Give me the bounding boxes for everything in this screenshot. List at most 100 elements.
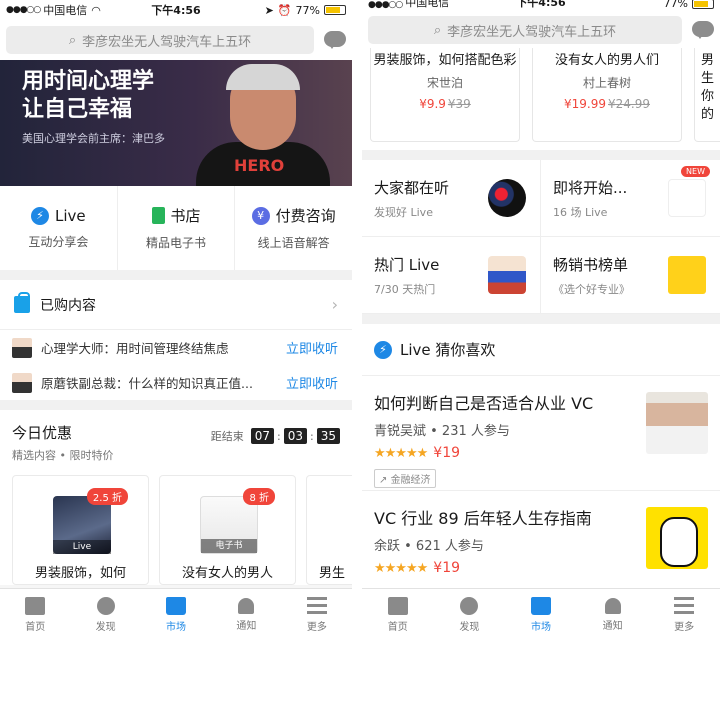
home-icon xyxy=(387,596,408,615)
banner-speaker-photo: HERO xyxy=(188,60,338,186)
tab-label: 首页 xyxy=(25,621,46,633)
store-icon xyxy=(166,596,187,615)
deal-cards: Live 2.5 折 男装服饰，如何 电子书 8 折 没有女人的男人 男生 xyxy=(12,475,352,585)
grid-thumbnail xyxy=(488,179,526,217)
compass-icon xyxy=(460,596,479,615)
grid-subtitle: 16 场 Live xyxy=(553,205,608,219)
deal-title: 男生 xyxy=(319,566,346,581)
message-icon[interactable] xyxy=(324,31,346,49)
deal-author: 村上春树 xyxy=(582,76,631,90)
chevron-right-icon: › xyxy=(331,295,338,314)
status-bar: ●●●○○ 中国电信 ◠ 下午4:56 ➤ ⏰ 77% xyxy=(0,0,352,20)
daily-deals: 今日优惠 精选内容 • 限时特价 距结束 07: 03: 35 Live 2.5… xyxy=(0,410,352,585)
clock: 下午4:56 xyxy=(151,4,201,17)
tab-label: 更多 xyxy=(674,621,695,633)
tab-notifications[interactable]: 通知 xyxy=(577,589,649,640)
countdown-minutes: 03 xyxy=(283,428,307,444)
compass-icon xyxy=(96,596,115,615)
menu-icon xyxy=(674,596,695,615)
quick-entry-title: 付费咨询 xyxy=(275,207,336,225)
yen-icon: ¥ xyxy=(251,206,270,225)
deal-card[interactable]: 男装服饰，如何搭配色彩 宋世泊 ¥9.9 ¥39 xyxy=(370,48,520,142)
tab-more[interactable]: 更多 xyxy=(648,589,720,640)
deals-subtitle: 精选内容 • 限时特价 xyxy=(12,449,114,462)
tab-home[interactable]: 首页 xyxy=(0,589,70,640)
grid-title: 畅销书榜单 xyxy=(553,255,629,274)
search-placeholder: 李彦宏坐无人驾驶汽车上五环 xyxy=(447,24,617,40)
discount-badge: 8 折 xyxy=(243,488,275,505)
tab-discover[interactable]: 发现 xyxy=(70,589,140,640)
rating-stars: ★★★★★ xyxy=(374,560,428,576)
tab-label: 通知 xyxy=(602,620,623,632)
grid-thumbnail xyxy=(668,179,706,217)
quick-entry-consult[interactable]: ¥ 付费咨询 线上语音解答 xyxy=(235,186,352,270)
category-grid: 大家都在听发现好 Live 即将开始... 16 场 Live NEW 热门 Li… xyxy=(362,160,720,314)
market-screen-scrolled: ●●●○○ 中国电信 下午4:56 77% ⌕ 李彦宏坐无人驾驶汽车上五环 男装… xyxy=(362,0,720,640)
tab-home[interactable]: 首页 xyxy=(362,589,434,640)
quick-entry-live[interactable]: ⚡ Live 互动分享会 xyxy=(0,186,118,270)
tab-discover[interactable]: 发现 xyxy=(434,589,506,640)
tab-label: 发现 xyxy=(459,621,480,633)
deal-title: 男装服饰，如何搭配色彩 xyxy=(373,53,517,68)
purchased-label: 已购内容 xyxy=(40,297,96,314)
tab-market[interactable]: 市场 xyxy=(505,589,577,640)
deal-author: 宋世泊 xyxy=(426,76,463,90)
deal-title: 男生 你的 xyxy=(701,53,715,122)
message-icon[interactable] xyxy=(692,21,714,39)
recommended-live[interactable]: 如何判断自己是否适合从业 VC 青锐吴斌 • 231 人参与 ★★★★★ ¥19 … xyxy=(362,376,720,491)
section-title: Live 猜你喜欢 xyxy=(400,341,496,359)
promo-banner[interactable]: 用时间心理学 让自己幸福 美国心理学会前主席：津巴多 HERO xyxy=(0,60,352,186)
deal-card[interactable]: 没有女人的男人们 村上春树 ¥19.99 ¥24.99 xyxy=(532,48,682,142)
search-row: ⌕ 李彦宏坐无人驾驶汽车上五环 xyxy=(0,20,352,60)
search-bar[interactable]: ⌕ 李彦宏坐无人驾驶汽车上五环 xyxy=(6,26,314,54)
tab-notifications[interactable]: 通知 xyxy=(211,589,281,640)
grid-title: 即将开始... xyxy=(553,178,628,197)
deal-cards: 男装服饰，如何搭配色彩 宋世泊 ¥9.9 ¥39 没有女人的男人们 村上春树 ¥1… xyxy=(362,48,720,150)
lightning-icon: ⚡ xyxy=(374,340,392,359)
deal-card[interactable]: 电子书 8 折 没有女人的男人 xyxy=(159,475,296,585)
live-title: 如何判断自己是否适合从业 VC xyxy=(374,394,594,413)
tab-label: 首页 xyxy=(387,621,408,633)
discount-badge: 2.5 折 xyxy=(86,488,128,505)
lightning-icon: ⚡ xyxy=(31,206,50,225)
battery-icon xyxy=(692,0,714,9)
original-price: ¥24.99 xyxy=(608,97,650,111)
live-title: VC 行业 89 后年轻人生存指南 xyxy=(374,509,592,528)
listen-now-link[interactable]: 立即收听 xyxy=(286,373,338,392)
live-price: ¥19 xyxy=(433,560,461,576)
tab-more[interactable]: 更多 xyxy=(282,589,352,640)
grid-item-upcoming[interactable]: 即将开始... 16 场 Live NEW xyxy=(541,160,720,237)
quick-entry-bookstore[interactable]: 书店 精品电子书 xyxy=(118,186,236,270)
screen-divider xyxy=(352,0,362,640)
grid-title: 大家都在听 xyxy=(374,178,450,197)
grid-thumbnail xyxy=(488,256,526,294)
bell-icon xyxy=(238,597,255,614)
store-icon xyxy=(530,596,551,615)
shirt-print: HERO xyxy=(234,156,285,175)
news-item[interactable]: 原蘑铁副总裁：什么样的知识真正值... 立即收听 xyxy=(0,365,352,400)
book-icon xyxy=(151,207,165,224)
search-bar[interactable]: ⌕ 李彦宏坐无人驾驶汽车上五环 xyxy=(368,16,682,44)
listen-now-link[interactable]: 立即收听 xyxy=(286,338,338,357)
grid-subtitle: 发现好 Live xyxy=(374,205,433,219)
grid-item-bestsellers[interactable]: 畅销书榜单 《选个好专业》 xyxy=(541,237,720,314)
grid-subtitle: 7/30 天热门 xyxy=(374,282,436,296)
tab-bar: 首页 发现 市场 通知 更多 xyxy=(0,588,352,640)
purchased-row[interactable]: 已购内容 › xyxy=(0,280,352,330)
grid-item-popular-listening[interactable]: 大家都在听发现好 Live xyxy=(362,160,541,237)
news-item[interactable]: 心理学大师：用时间管理终结焦虑 立即收听 xyxy=(0,330,352,365)
section-gap xyxy=(0,400,352,410)
deal-title: 没有女人的男人们 xyxy=(554,53,659,68)
deal-card[interactable]: 男生 你的 xyxy=(694,48,720,142)
battery-icon xyxy=(324,5,346,15)
tab-market[interactable]: 市场 xyxy=(141,589,211,640)
deal-card[interactable]: Live 2.5 折 男装服饰，如何 xyxy=(12,475,149,585)
topic-tag[interactable]: ↗ 金融经济 xyxy=(374,469,436,488)
deal-card[interactable]: 男生 xyxy=(306,475,352,585)
bell-icon xyxy=(604,597,621,614)
search-icon: ⌕ xyxy=(433,22,442,38)
grid-item-hot-live[interactable]: 热门 Live 7/30 天热门 xyxy=(362,237,541,314)
speaker-photo xyxy=(646,392,708,454)
new-badge: NEW xyxy=(681,166,710,177)
shopping-bag-icon xyxy=(14,292,30,313)
